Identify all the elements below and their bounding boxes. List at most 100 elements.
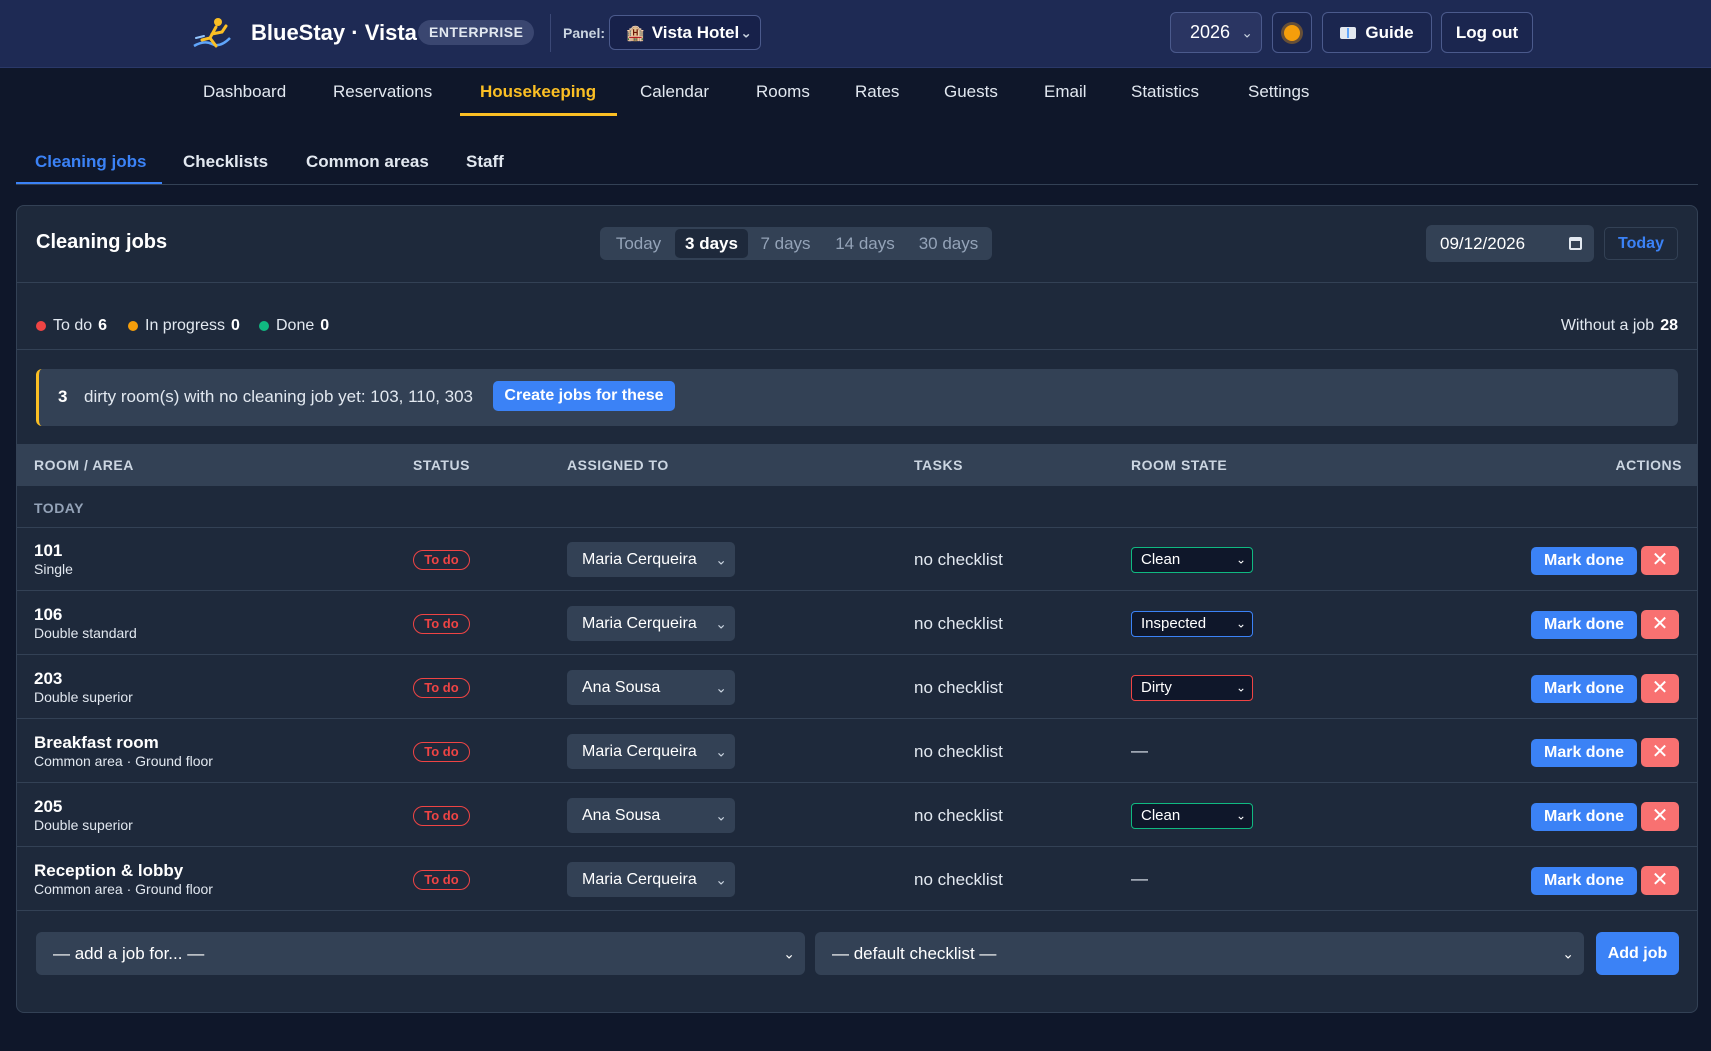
nav-email[interactable]: Email [1044,82,1087,102]
tab-cleaning-jobs[interactable]: Cleaning jobs [35,152,146,172]
table-row: 203 Double superior To do Ana Sousa ⌄ no … [17,656,1697,719]
nav-active-indicator [460,113,617,116]
range-30-days[interactable]: 30 days [907,229,990,258]
room-state-select[interactable]: Clean ⌄ [1131,547,1253,573]
delete-job-button[interactable]: ✕ [1641,738,1679,767]
guide-button[interactable]: Guide [1322,12,1432,53]
nav-guests[interactable]: Guests [944,82,998,102]
room-state-select[interactable]: Dirty ⌄ [1131,675,1253,701]
mark-done-button[interactable]: Mark done [1531,739,1637,767]
checklist-select[interactable]: — default checklist — ⌄ [815,932,1584,975]
nav-rates[interactable]: Rates [855,82,899,102]
room-state-none: — [1131,869,1148,888]
room-type: Double superior [34,689,133,705]
nav-settings[interactable]: Settings [1248,82,1309,102]
stat-todo-label: To do [53,317,93,334]
room-type: Double superior [34,817,133,833]
range-selector: Today 3 days 7 days 14 days 30 days [600,227,992,260]
mark-done-button[interactable]: Mark done [1531,867,1637,895]
delete-job-button[interactable]: ✕ [1641,546,1679,575]
tab-checklists[interactable]: Checklists [183,152,268,172]
card-title: Cleaning jobs [36,231,168,253]
room-name: 203 [34,669,63,688]
delete-job-button[interactable]: ✕ [1641,610,1679,639]
room-state-select[interactable]: Inspected ⌄ [1131,611,1253,637]
range-today[interactable]: Today [602,229,675,258]
add-job-button[interactable]: Add job [1596,932,1679,975]
assignee-select[interactable]: Maria Cerqueira ⌄ [567,542,735,577]
date-input[interactable]: 09/12/2026 [1426,225,1594,262]
hotel-icon: 🏨 [626,24,645,42]
chevron-down-icon: ⌄ [740,24,752,40]
calendar-icon[interactable] [1569,237,1582,250]
chevron-down-icon: ⌄ [1235,552,1246,567]
assignee-value: Maria Cerqueira [582,743,697,760]
room-state-select[interactable]: Clean ⌄ [1131,803,1253,829]
stat-in-progress-label: In progress [145,317,226,334]
table-header: ROOM / AREA STATUS ASSIGNED TO TASKS ROO… [17,444,1697,486]
assignee-select[interactable]: Ana Sousa ⌄ [567,670,735,705]
nav-calendar[interactable]: Calendar [640,82,709,102]
tasks-text: no checklist [914,614,1003,633]
delete-job-button[interactable]: ✕ [1641,674,1679,703]
chevron-down-icon: ⌄ [1562,945,1574,961]
add-job-select[interactable]: — add a job for... — ⌄ [36,932,805,975]
mark-done-button[interactable]: Mark done [1531,803,1637,831]
assignee-value: Ana Sousa [582,679,661,696]
assignee-select[interactable]: Maria Cerqueira ⌄ [567,606,735,641]
tasks-text: no checklist [914,678,1003,697]
delete-job-button[interactable]: ✕ [1641,866,1679,895]
col-tasks: TASKS [914,457,963,473]
room-name: 101 [34,541,63,560]
nav-rooms[interactable]: Rooms [756,82,810,102]
divider [17,349,1697,350]
tab-common-areas[interactable]: Common areas [306,152,429,172]
create-jobs-button[interactable]: Create jobs for these [493,381,675,411]
room-type: Common area · Ground floor [34,881,213,897]
chevron-down-icon: ⌄ [1235,616,1246,631]
range-7-days[interactable]: 7 days [748,229,823,258]
chevron-down-icon: ⌄ [1235,808,1246,823]
nav-dashboard[interactable]: Dashboard [203,82,286,102]
mark-done-button[interactable]: Mark done [1531,547,1637,575]
col-status: STATUS [413,457,470,473]
top-bar: BlueStay · Vista ENTERPRISE Panel: 🏨 Vis… [0,0,1711,68]
stat-done-label: Done [276,317,315,334]
logout-button[interactable]: Log out [1441,12,1533,53]
chevron-down-icon: ⌄ [1241,24,1253,40]
status-badge: To do [413,550,470,570]
tab-staff[interactable]: Staff [466,152,504,172]
nav-statistics[interactable]: Statistics [1131,82,1199,102]
assignee-select[interactable]: Maria Cerqueira ⌄ [567,862,735,897]
panel-select-value: Vista Hotel [651,22,740,42]
assignee-select[interactable]: Ana Sousa ⌄ [567,798,735,833]
year-select-value: 2026 [1190,22,1231,42]
stat-done: Done 0 [259,317,329,335]
delete-job-button[interactable]: ✕ [1641,802,1679,831]
brand-logo-icon [193,18,231,48]
assignee-select[interactable]: Maria Cerqueira ⌄ [567,734,735,769]
book-icon [1340,26,1357,39]
nav-housekeeping[interactable]: Housekeeping [480,82,596,102]
chevron-down-icon: ⌄ [715,807,727,823]
room-state-value: Clean [1141,807,1181,824]
chevron-down-icon: ⌄ [715,615,727,631]
status-badge: To do [413,870,470,890]
range-3-days[interactable]: 3 days [675,229,748,258]
todo-dot-icon [36,321,46,331]
stat-done-count: 0 [320,317,330,334]
panel-label: Panel: [563,25,606,41]
today-button[interactable]: Today [1604,227,1678,260]
nav-reservations[interactable]: Reservations [333,82,432,102]
room-state-value: Dirty [1141,679,1172,696]
stat-todo-count: 6 [98,317,108,334]
mark-done-button[interactable]: Mark done [1531,675,1637,703]
guide-button-label: Guide [1365,22,1414,42]
panel-select[interactable]: 🏨 Vista Hotel ⌄ [609,15,761,50]
year-select[interactable]: 2026 ⌄ [1170,12,1262,53]
table-row: Reception & lobby Common area · Ground f… [17,848,1697,911]
room-state-none: — [1131,741,1148,760]
range-14-days[interactable]: 14 days [823,229,907,258]
mark-done-button[interactable]: Mark done [1531,611,1637,639]
theme-toggle-button[interactable] [1272,12,1312,53]
